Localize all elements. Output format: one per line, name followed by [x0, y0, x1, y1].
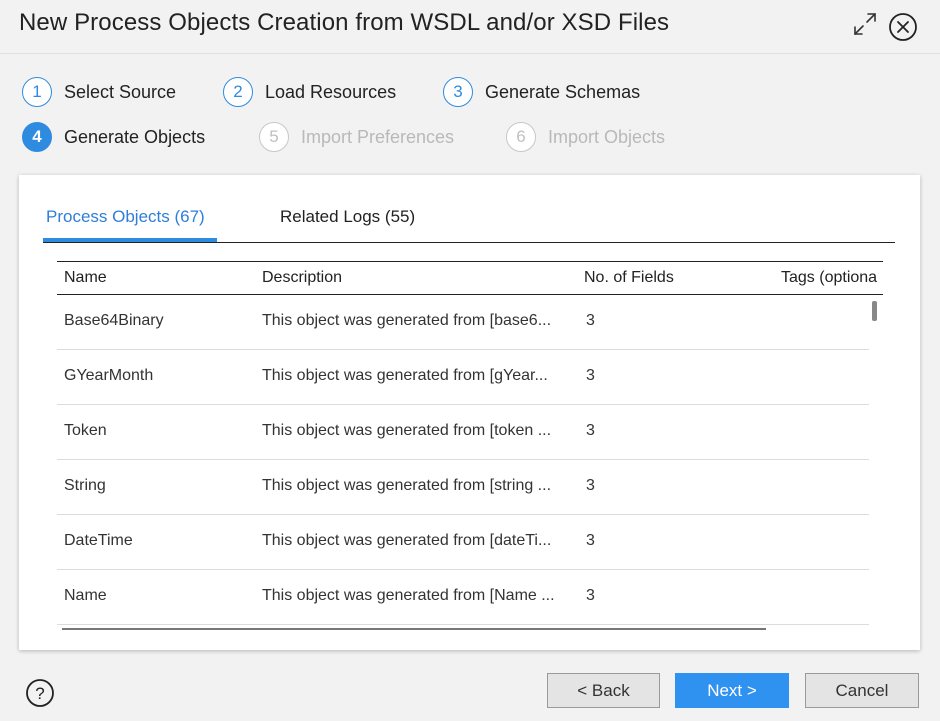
back-button[interactable]: < Back [547, 673, 660, 708]
cell-description: This object was generated from [dateTi..… [262, 532, 552, 549]
wizard-steps: 1 Select Source 2 Load Resources 3 Gener… [0, 70, 940, 170]
svg-text:?: ? [35, 684, 44, 703]
column-header-fields[interactable]: No. of Fields [584, 269, 674, 287]
active-tab-indicator [43, 238, 217, 242]
cell-description: This object was generated from [Name ... [262, 587, 555, 604]
table-row[interactable]: Token This object was generated from [to… [57, 405, 869, 460]
cell-name: String [64, 477, 106, 494]
help-icon[interactable]: ? [25, 678, 55, 708]
cell-fields: 3 [586, 367, 595, 384]
step-import-preferences: 5 Import Preferences [259, 121, 454, 153]
step-label: Import Preferences [301, 126, 455, 147]
step-label: Import Objects [548, 126, 666, 147]
table-body: Base64Binary This object was generated f… [57, 295, 869, 625]
tab-bar: Process Objects (67) Related Logs (55) [43, 203, 895, 243]
step-generate-schemas[interactable]: 3 Generate Schemas [443, 76, 640, 108]
step-load-resources[interactable]: 2 Load Resources [223, 76, 396, 108]
cell-fields: 3 [586, 587, 595, 604]
cell-name: Base64Binary [64, 312, 164, 329]
expand-icon[interactable] [851, 10, 879, 38]
column-header-tags[interactable]: Tags (optiona [781, 269, 877, 287]
table-header: Name Description No. of Fields Tags (opt… [57, 261, 883, 295]
cell-fields: 3 [586, 312, 595, 329]
cell-name: GYearMonth [64, 367, 154, 384]
cell-description: This object was generated from [base6... [262, 312, 552, 329]
cell-description: This object was generated from [string .… [262, 477, 552, 494]
vertical-scrollbar-thumb[interactable] [872, 301, 877, 321]
step-import-objects: 6 Import Objects [506, 121, 665, 153]
cell-description: This object was generated from [token ..… [262, 422, 552, 439]
step-label: Select Source [64, 81, 177, 102]
step-select-source[interactable]: 1 Select Source [22, 76, 176, 108]
cell-fields: 3 [586, 422, 595, 439]
cell-name: Name [64, 587, 107, 604]
step-number: 1 [22, 77, 52, 107]
step-number: 2 [223, 77, 253, 107]
table-row[interactable]: GYearMonth This object was generated fro… [57, 350, 869, 405]
tab-process-objects[interactable]: Process Objects (67) [46, 207, 205, 227]
step-generate-objects[interactable]: 4 Generate Objects [22, 121, 205, 153]
column-header-description[interactable]: Description [262, 269, 342, 287]
cell-fields: 3 [586, 477, 595, 494]
table-row[interactable]: Base64Binary This object was generated f… [57, 295, 869, 350]
content-panel: Process Objects (67) Related Logs (55) N… [19, 175, 920, 650]
column-header-name[interactable]: Name [64, 269, 107, 287]
step-number: 4 [22, 122, 52, 152]
step-label: Generate Objects [64, 126, 206, 147]
cell-description: This object was generated from [gYear... [262, 367, 548, 384]
next-button[interactable]: Next > [675, 673, 789, 708]
cancel-button[interactable]: Cancel [805, 673, 919, 708]
table-row[interactable]: Name This object was generated from [Nam… [57, 570, 869, 625]
table-row[interactable]: DateTime This object was generated from … [57, 515, 869, 570]
close-icon[interactable] [888, 12, 918, 42]
step-number: 3 [443, 77, 473, 107]
horizontal-scrollbar[interactable] [62, 628, 766, 630]
step-label: Load Resources [265, 81, 397, 102]
process-objects-table: Name Description No. of Fields Tags (opt… [57, 261, 883, 631]
tab-related-logs[interactable]: Related Logs (55) [280, 207, 415, 227]
step-number: 5 [259, 122, 289, 152]
dialog-title: New Process Objects Creation from WSDL a… [19, 9, 670, 36]
cell-name: DateTime [64, 532, 133, 549]
cell-fields: 3 [586, 532, 595, 549]
table-row[interactable]: String This object was generated from [s… [57, 460, 869, 515]
step-label: Generate Schemas [485, 81, 641, 102]
cell-name: Token [64, 422, 107, 439]
dialog-titlebar: New Process Objects Creation from WSDL a… [0, 0, 940, 54]
step-number: 6 [506, 122, 536, 152]
